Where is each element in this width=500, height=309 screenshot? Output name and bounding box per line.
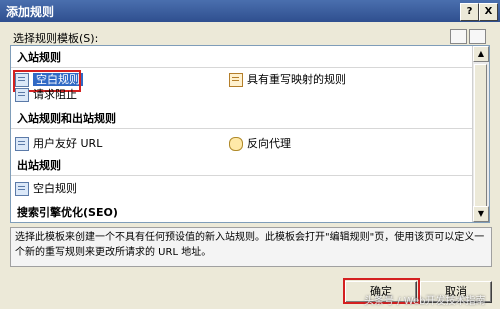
reverse-proxy-icon <box>229 137 243 151</box>
rule-template-list[interactable]: 入站规则 空白规则 具有重写映射的规则 请求阻止 入站规则和出站规则 用户友好 … <box>10 45 490 223</box>
scroll-thumb[interactable] <box>474 64 487 212</box>
scroll-down-icon[interactable]: ▼ <box>473 206 489 222</box>
close-button[interactable]: X <box>479 3 498 21</box>
list-item-label: 请求阻止 <box>33 88 77 101</box>
list-item-label: 反向代理 <box>247 137 291 150</box>
window-title: 添加规则 <box>6 5 55 19</box>
vertical-scrollbar[interactable]: ▲ ▼ <box>472 46 489 222</box>
list-item-label: 空白规则 <box>33 182 77 195</box>
details-view-icon[interactable] <box>450 29 467 44</box>
help-button[interactable]: ? <box>460 3 479 21</box>
list-item-friendly-url[interactable]: 用户友好 URL <box>15 135 102 153</box>
rewrite-map-icon <box>229 73 243 87</box>
list-item-label: 用户友好 URL <box>33 137 103 150</box>
list-item-reverse-proxy[interactable]: 反向代理 <box>229 135 291 153</box>
group-header-inbound: 入站规则 <box>11 49 475 68</box>
watermark: 头条号 / Web开发技术指南 <box>364 296 486 307</box>
list-item-request-block[interactable]: 请求阻止 <box>15 86 77 104</box>
list-item-rewrite-map-rule[interactable]: 具有重写映射的规则 <box>229 71 346 89</box>
template-label: 选择规则模板(S): <box>13 32 99 45</box>
friendly-url-icon <box>15 137 29 151</box>
list-view-icon[interactable] <box>469 29 486 44</box>
group-header-outbound: 出站规则 <box>11 157 475 176</box>
list-item-outbound-blank-rule[interactable]: 空白规则 <box>15 180 77 198</box>
blank-rule-icon <box>15 182 29 196</box>
scroll-up-icon[interactable]: ▲ <box>473 46 489 62</box>
group-header-seo: 搜索引擎优化(SEO) <box>11 204 475 222</box>
group-header-inbound-outbound: 入站规则和出站规则 <box>11 110 475 129</box>
request-block-icon <box>15 88 29 102</box>
template-description: 选择此模板来创建一个不具有任何预设值的新入站规则。此模板会打开"编辑规则"页，使… <box>10 227 492 267</box>
title-bar: 添加规则 ? X <box>0 0 500 22</box>
list-item-label: 具有重写映射的规则 <box>247 73 346 86</box>
